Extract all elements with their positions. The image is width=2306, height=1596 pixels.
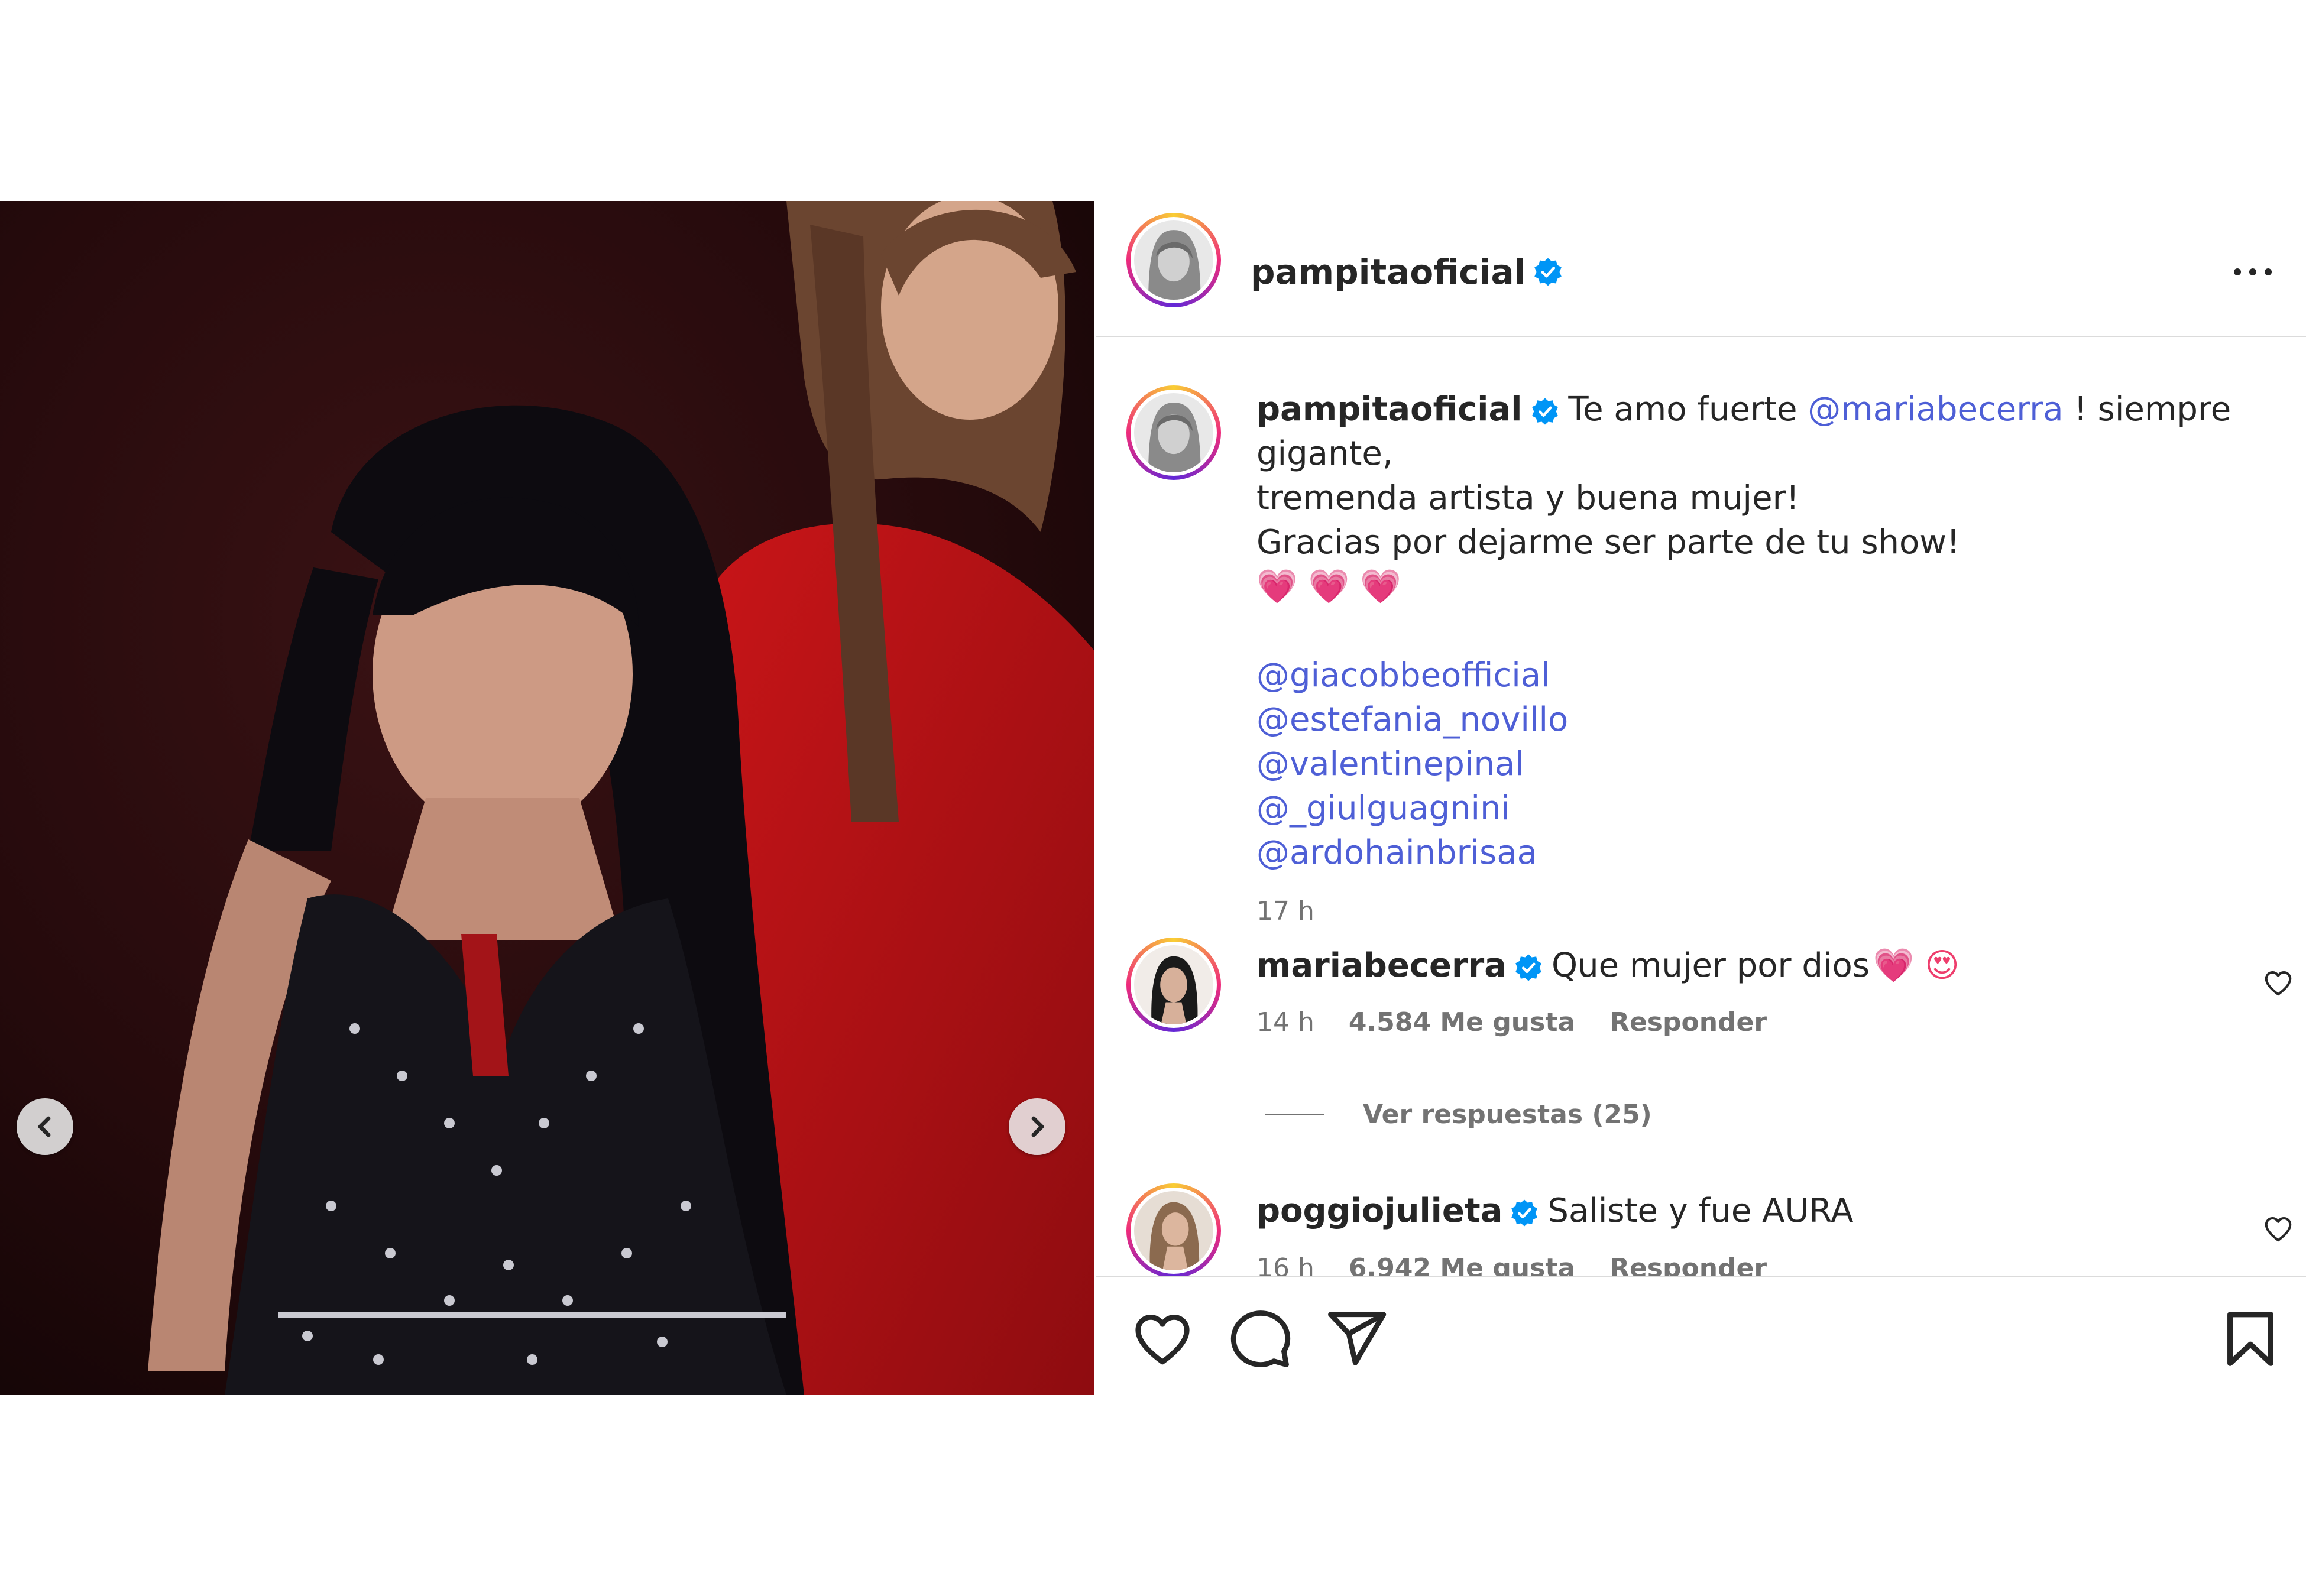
chevron-right-icon [1031,1116,1044,1137]
comment-meta: 14 h 4.584 Me gusta Responder [1256,1007,1793,1037]
view-replies-label[interactable]: Ver respuestas (25) [1363,1099,1652,1130]
caption-text-start: Te amo fuerte [1568,390,1808,429]
comment-body: poggiojulieta Saliste y fue AURA [1256,1192,1853,1230]
next-slide-button[interactable] [1009,1098,1065,1155]
comment-item: poggiojulieta Saliste y fue AURA 16 h 6.9… [1096,1183,2306,1276]
caption-username[interactable]: pampitaoficial [1256,390,1522,429]
comment-likes-count[interactable]: 4.584 Me gusta [1349,1007,1575,1037]
post-actions-bar [1096,1276,2306,1395]
caption-avatar[interactable] [1126,385,1221,480]
replies-line [1265,1114,1324,1115]
tag-mention[interactable]: @giacobbeofficial [1256,656,1550,695]
post-caption: pampitaoficial Te amo fuerte @mariabecerr… [1256,387,2285,933]
comment-likes-count[interactable]: 6.942 Me gusta [1349,1253,1575,1276]
previous-slide-button[interactable] [17,1098,73,1155]
caption-hearts: 💗 💗 💗 [1256,567,1401,606]
tag-mention[interactable]: @estefania_novillo [1256,700,1568,739]
comment-item: mariabecerra Que mujer por dios 💗 😍 14 h 4… [1096,938,2306,1056]
comment-meta: 16 h 6.942 Me gusta Responder [1256,1253,1793,1276]
comment-timestamp[interactable]: 14 h [1256,1007,1314,1037]
comment-text: Saliste y fue AURA [1547,1192,1854,1230]
heart-icon[interactable] [2262,967,2294,999]
caption-tag-list: @giacobbeofficial @estefania_novillo @va… [1256,653,2285,875]
verified-badge-icon [1532,398,1559,425]
comment-body: mariabecerra Que mujer por dios 💗 😍 [1256,946,1960,985]
tag-mention[interactable]: @_giulguagnini [1256,789,1510,828]
caption-line-3: Gracias por dejarme ser parte de tu show… [1256,523,1960,562]
comments-scroll-area[interactable]: pampitaoficial Te amo fuerte @mariabecerr… [1096,201,2306,1276]
verified-badge-icon [1515,954,1541,981]
tag-mention[interactable]: @valentinepinal [1256,745,1524,783]
heart-icon[interactable] [2262,1213,2294,1245]
commenter-avatar[interactable] [1126,938,1221,1032]
post-media[interactable] [0,201,1094,1395]
caption-mention[interactable]: @mariabecerra [1808,390,2063,429]
avatar-image [1134,1191,1213,1270]
view-replies-button[interactable]: Ver respuestas (25) [1265,1099,1652,1130]
caption-line-2: tremenda artista y buena mujer! [1256,479,1800,517]
comment-username[interactable]: mariabecerra [1256,946,1507,985]
avatar-image [1134,393,1213,472]
avatar-image [1134,945,1213,1024]
heart-icon[interactable] [1130,1306,1195,1371]
chevron-left-icon [38,1116,51,1137]
comment-emoji: 💗 😍 [1873,946,1960,985]
bookmark-icon[interactable] [2218,1306,2283,1371]
verified-badge-icon [1511,1199,1538,1227]
tag-mention[interactable]: @ardohainbrisaa [1256,833,1537,872]
comment-text: Que mujer por dios [1552,946,1870,985]
post-sidebar: pampitaoficial pampitaoficial Te amo fue… [1096,201,2306,1395]
post-photo [0,201,1094,1395]
reply-button[interactable]: Responder [1609,1007,1767,1037]
commenter-avatar[interactable] [1126,1183,1221,1276]
reply-button[interactable]: Responder [1609,1253,1767,1276]
paper-plane-icon[interactable] [1324,1306,1389,1371]
comment-timestamp[interactable]: 16 h [1256,1253,1314,1276]
caption-timestamp[interactable]: 17 h [1256,889,2285,933]
comment-username[interactable]: poggiojulieta [1256,1192,1502,1230]
comment-icon[interactable] [1228,1306,1293,1371]
